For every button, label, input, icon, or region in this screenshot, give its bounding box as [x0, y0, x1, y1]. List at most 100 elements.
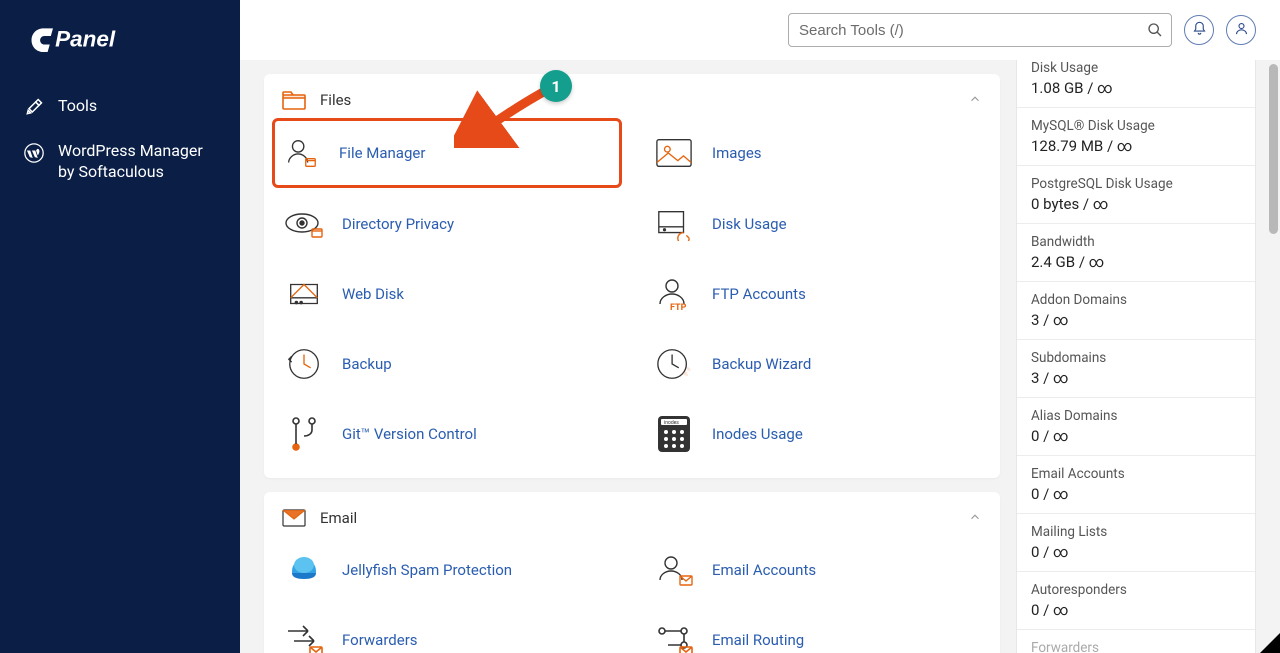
backup-wizard-icon	[654, 344, 694, 384]
svg-text:FTP: FTP	[670, 303, 687, 312]
item-label: File Manager	[339, 144, 425, 162]
inodes-icon: inodes	[654, 414, 694, 454]
search-wrap	[788, 13, 1172, 47]
group-title: Email	[320, 509, 357, 527]
item-web-disk[interactable]: Web Disk	[282, 268, 612, 320]
sidebar-item-wordpress-manager[interactable]: WordPress Manager by Softaculous	[0, 129, 240, 195]
backup-icon	[284, 344, 324, 384]
stat-value: 3 / ∞	[1031, 369, 1241, 387]
sidebar: Panel Tools WordPress Manager by Softacu…	[0, 0, 240, 653]
stats-panel: Disk Usage 1.08 GB / ∞ MySQL® Disk Usage…	[1016, 60, 1256, 653]
tools-icon	[24, 97, 44, 117]
item-disk-usage[interactable]: Disk Usage	[652, 198, 982, 250]
stat-value: 3 / ∞	[1031, 311, 1241, 329]
item-label: Directory Privacy	[342, 215, 454, 233]
item-email-accounts[interactable]: Email Accounts	[652, 544, 982, 596]
stat-row: Mailing Lists 0 / ∞	[1017, 514, 1255, 572]
jellyfish-icon	[284, 550, 324, 590]
group-body-files: File Manager Images Directory Privacy	[264, 126, 1000, 478]
images-icon	[654, 133, 694, 173]
stat-row: Subdomains 3 / ∞	[1017, 340, 1255, 398]
cpanel-logo[interactable]: Panel	[0, 18, 240, 84]
web-disk-icon	[284, 274, 324, 314]
user-button[interactable]	[1226, 15, 1256, 45]
git-icon	[284, 414, 324, 454]
stat-value: 1.08 GB / ∞	[1031, 79, 1241, 97]
stat-row: Email Accounts 0 / ∞	[1017, 456, 1255, 514]
item-label: Inodes Usage	[712, 425, 803, 443]
item-inodes[interactable]: inodes Inodes Usage	[652, 408, 982, 460]
stat-label: MySQL® Disk Usage	[1031, 118, 1241, 134]
svg-text:inodes: inodes	[664, 420, 679, 426]
group-title: Files	[320, 91, 351, 109]
search-input[interactable]	[788, 13, 1172, 47]
sidebar-item-label: WordPress Manager by Softaculous	[58, 141, 216, 183]
stat-row: Disk Usage 1.08 GB / ∞	[1017, 60, 1255, 108]
item-label: Jellyfish Spam Protection	[342, 561, 512, 579]
item-label: Backup	[342, 355, 392, 373]
stat-label: Disk Usage	[1031, 60, 1241, 76]
item-label: Email Routing	[712, 631, 804, 649]
resize-handle[interactable]	[1260, 633, 1280, 653]
stat-label: Alias Domains	[1031, 408, 1241, 424]
file-manager-icon	[281, 133, 321, 173]
stat-label: Autoresponders	[1031, 582, 1241, 598]
topbar	[240, 0, 1280, 60]
item-label: FTP Accounts	[712, 285, 806, 303]
chevron-up-icon	[968, 91, 982, 110]
item-label: Forwarders	[342, 631, 418, 649]
directory-privacy-icon	[284, 204, 324, 244]
group-files: Files File Manager Images	[264, 74, 1000, 478]
stat-label: Mailing Lists	[1031, 524, 1241, 540]
stat-value: 0 / ∞	[1031, 543, 1241, 561]
search-icon[interactable]	[1144, 19, 1166, 41]
folder-icon	[282, 88, 306, 112]
stat-value: 0 / ∞	[1031, 427, 1241, 445]
group-body-email: Jellyfish Spam Protection Email Accounts…	[264, 544, 1000, 653]
item-backup-wizard[interactable]: Backup Wizard	[652, 338, 982, 390]
item-ftp-accounts[interactable]: FTP FTP Accounts	[652, 268, 982, 320]
scrollbar-track[interactable]	[1266, 60, 1280, 653]
stat-row: Autoresponders 0 / ∞	[1017, 572, 1255, 630]
stat-label: Bandwidth	[1031, 234, 1241, 250]
notifications-button[interactable]	[1184, 15, 1214, 45]
item-directory-privacy[interactable]: Directory Privacy	[282, 198, 612, 250]
disk-usage-icon	[654, 204, 694, 244]
sidebar-item-tools[interactable]: Tools	[0, 84, 240, 129]
bell-icon	[1192, 21, 1207, 40]
stat-row: Addon Domains 3 / ∞	[1017, 282, 1255, 340]
scrollbar-thumb[interactable]	[1269, 64, 1278, 234]
stat-row: Forwarders	[1017, 630, 1255, 653]
stat-value: 2.4 GB / ∞	[1031, 253, 1241, 271]
envelope-icon	[282, 506, 306, 530]
email-accounts-icon	[654, 550, 694, 590]
chevron-up-icon	[968, 509, 982, 528]
item-git[interactable]: Git™ Version Control	[282, 408, 612, 460]
item-label: Git™ Version Control	[342, 425, 477, 443]
forwarders-icon	[284, 620, 324, 653]
item-label: Backup Wizard	[712, 355, 811, 373]
item-email-routing[interactable]: Email Routing	[652, 614, 982, 653]
item-images[interactable]: Images	[652, 126, 982, 180]
item-file-manager[interactable]: File Manager	[272, 118, 622, 188]
group-header-email[interactable]: Email	[264, 492, 1000, 544]
item-jellyfish[interactable]: Jellyfish Spam Protection	[282, 544, 612, 596]
group-email: Email Jellyfish Spam Protection Email Ac	[264, 492, 1000, 653]
item-label: Disk Usage	[712, 215, 787, 233]
stat-label: Forwarders	[1031, 640, 1241, 653]
stat-label: PostgreSQL Disk Usage	[1031, 176, 1241, 192]
main-column: 1 Files File Manager	[264, 74, 1000, 653]
item-label: Web Disk	[342, 285, 404, 303]
user-icon	[1234, 21, 1249, 40]
stat-value: 0 bytes / ∞	[1031, 195, 1241, 213]
item-label: Images	[712, 144, 762, 162]
group-header-files[interactable]: Files	[264, 74, 1000, 126]
content-area: 1 Files File Manager	[240, 60, 1280, 653]
wordpress-icon	[24, 143, 44, 163]
sidebar-item-label: Tools	[58, 96, 97, 117]
stat-value: 0 / ∞	[1031, 601, 1241, 619]
stat-label: Email Accounts	[1031, 466, 1241, 482]
svg-text:Panel: Panel	[55, 27, 116, 52]
item-forwarders[interactable]: Forwarders	[282, 614, 612, 653]
item-backup[interactable]: Backup	[282, 338, 612, 390]
